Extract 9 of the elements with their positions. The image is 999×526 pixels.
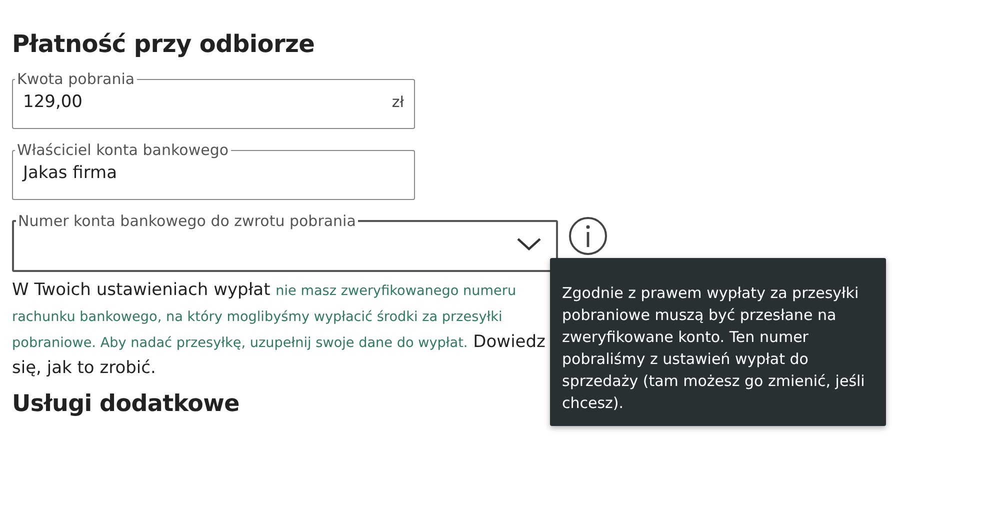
- chevron-down-icon: [516, 237, 542, 251]
- tooltip: Zgodnie z prawem wypłaty za przesyłki pobraniowe muszą być przesłane na zweryfikowane konto. Ten numer pobraliśmy z ustawień wypłat do sprzedaży (tam możesz go zmienić, jeśli chcesz).: [550, 258, 886, 426]
- account-number-dropdown[interactable]: Numer konta bankowego do zwrotu pobrania: [12, 212, 558, 272]
- notice-text: W Twoich ustawieniach wypłat nie masz zweryfikowanego numeru rachunku bankowego, na który moglibyśmy wypłacić środki za przesyłki pobraniowe. Aby nadać przesyłkę, uzupełnij swoje dane do wypłat. Dowiedz się, jak to zrobić.: [12, 279, 546, 380]
- section-title: Płatność przy odbiorze: [12, 30, 315, 58]
- section-title: Usługi dodatkowe: [12, 391, 240, 417]
- text-field[interactable]: Kwota pobrania 129,00 zł: [12, 70, 415, 129]
- text-field[interactable]: Właściciel konta bankowego Jakas firma: [12, 141, 415, 200]
- info-icon[interactable]: [568, 216, 608, 256]
